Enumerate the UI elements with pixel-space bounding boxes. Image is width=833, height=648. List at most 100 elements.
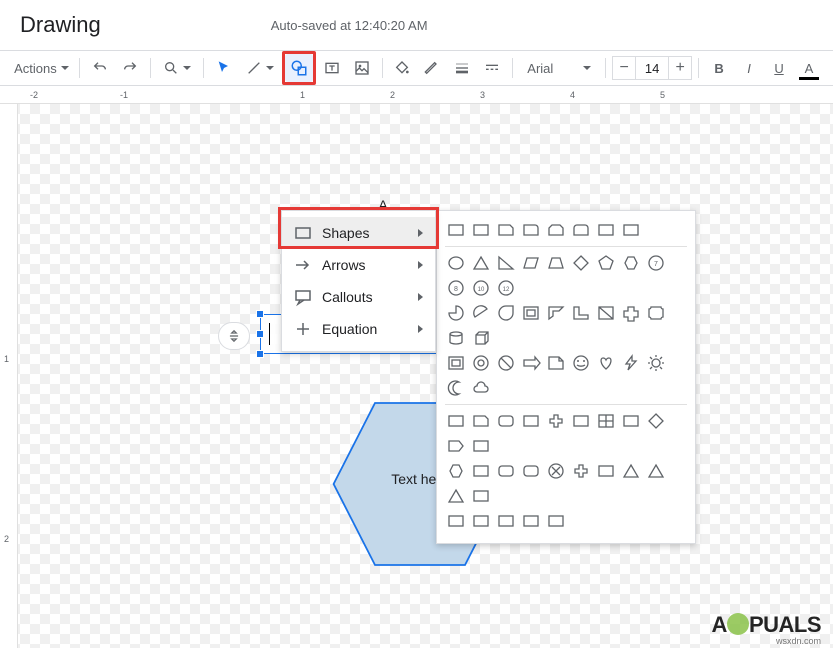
shape-option-smile[interactable] xyxy=(570,352,592,374)
shape-option-rect[interactable] xyxy=(445,410,467,432)
select-tool[interactable] xyxy=(210,54,238,82)
shape-option-teardrop[interactable] xyxy=(495,302,517,324)
shape-option-xcirc[interactable] xyxy=(545,460,567,482)
shape-option-pie[interactable] xyxy=(445,302,467,324)
shape-option-hex[interactable] xyxy=(620,252,642,274)
fill-color-button[interactable] xyxy=(388,54,416,82)
menu-item-arrows[interactable]: Arrows xyxy=(282,249,435,281)
resize-handle-bl[interactable] xyxy=(256,350,264,358)
shape-option-snip2[interactable] xyxy=(545,219,567,241)
textbox-tool[interactable] xyxy=(318,54,346,82)
shape-option-dec[interactable]: 10 xyxy=(470,277,492,299)
shape-option-oct[interactable]: 8 xyxy=(445,277,467,299)
shape-option-diamond[interactable] xyxy=(645,410,667,432)
shape-option-tri[interactable] xyxy=(645,460,667,482)
redo-button[interactable] xyxy=(116,54,144,82)
resize-handle-ml[interactable] xyxy=(256,330,264,338)
shape-option-rtri[interactable] xyxy=(495,252,517,274)
shape-option-rect[interactable] xyxy=(470,460,492,482)
resize-handle-tl[interactable] xyxy=(256,310,264,318)
shape-option-rect[interactable] xyxy=(470,219,492,241)
shape-option-noentry[interactable] xyxy=(495,352,517,374)
actions-button[interactable]: Actions xyxy=(10,54,73,82)
shape-option-round1[interactable] xyxy=(520,219,542,241)
shape-option-rect[interactable] xyxy=(470,510,492,532)
italic-button[interactable]: I xyxy=(735,54,763,82)
shape-option-block[interactable] xyxy=(520,352,542,374)
shape-option-donut[interactable] xyxy=(470,352,492,374)
shape-option-rect[interactable] xyxy=(595,219,617,241)
shape-option-rect[interactable] xyxy=(445,510,467,532)
shape-option-triangle[interactable] xyxy=(470,252,492,274)
shape-option-hept[interactable]: 7 xyxy=(645,252,667,274)
shape-option-para[interactable] xyxy=(520,252,542,274)
border-dash-button[interactable] xyxy=(478,54,506,82)
menu-item-equation[interactable]: Equation xyxy=(282,313,435,345)
shape-option-fold[interactable] xyxy=(545,352,567,374)
font-size-input[interactable] xyxy=(636,56,668,80)
font-size-increase[interactable]: + xyxy=(668,56,692,80)
drag-handle-icon[interactable] xyxy=(218,322,250,350)
shape-option-diamond[interactable] xyxy=(570,252,592,274)
shape-option-diag[interactable] xyxy=(595,302,617,324)
shape-option-rect[interactable] xyxy=(620,410,642,432)
shape-option-tri[interactable] xyxy=(620,460,642,482)
shape-option-rect[interactable] xyxy=(595,460,617,482)
menu-item-shapes[interactable]: Shapes xyxy=(282,217,435,249)
zoom-button[interactable] xyxy=(157,54,197,82)
shape-option-round[interactable] xyxy=(520,460,542,482)
shape-option-cube[interactable] xyxy=(470,327,492,349)
shape-option-dodec[interactable]: 12 xyxy=(495,277,517,299)
shape-option-cross[interactable] xyxy=(620,302,642,324)
shape-option-heart[interactable] xyxy=(595,352,617,374)
text-color-button[interactable]: A xyxy=(795,54,823,82)
shape-option-snip[interactable] xyxy=(470,410,492,432)
border-weight-button[interactable] xyxy=(448,54,476,82)
shape-option-ellipse[interactable] xyxy=(445,252,467,274)
canvas[interactable]: 1 2 A to provide simple yet solutions re… xyxy=(0,104,833,648)
shape-option-hex[interactable] xyxy=(445,460,467,482)
shape-option-can[interactable] xyxy=(445,327,467,349)
font-selector[interactable]: Arial xyxy=(519,54,599,82)
menu-item-callouts[interactable]: Callouts xyxy=(282,281,435,313)
shape-option-tag[interactable] xyxy=(445,435,467,457)
shape-option-frame[interactable] xyxy=(520,302,542,324)
shape-option-trap[interactable] xyxy=(545,252,567,274)
bold-button[interactable]: B xyxy=(705,54,733,82)
shape-option-cloud[interactable] xyxy=(470,377,492,399)
shape-option-round[interactable] xyxy=(495,410,517,432)
shape-option-plus[interactable] xyxy=(545,410,567,432)
shape-option-rect[interactable] xyxy=(495,510,517,532)
shape-option-pent[interactable] xyxy=(595,252,617,274)
shape-option-tri[interactable] xyxy=(445,485,467,507)
shape-option-plus[interactable] xyxy=(570,460,592,482)
font-size-decrease[interactable]: − xyxy=(612,56,636,80)
shape-option-plaque[interactable] xyxy=(645,302,667,324)
shape-option-rect[interactable] xyxy=(520,510,542,532)
line-tool[interactable] xyxy=(240,54,280,82)
shape-option-bolt[interactable] xyxy=(620,352,642,374)
shape-option-window[interactable] xyxy=(595,410,617,432)
shape-option-round[interactable] xyxy=(495,460,517,482)
shape-option-rect[interactable] xyxy=(470,435,492,457)
shape-option-rect[interactable] xyxy=(520,410,542,432)
image-tool[interactable] xyxy=(348,54,376,82)
shape-option-rect[interactable] xyxy=(445,219,467,241)
shape-option-rect[interactable] xyxy=(470,485,492,507)
shape-option-round2[interactable] xyxy=(570,219,592,241)
shape-option-chord[interactable] xyxy=(470,302,492,324)
shape-option-bevel[interactable] xyxy=(445,352,467,374)
shape-option-rect[interactable] xyxy=(545,510,567,532)
border-color-button[interactable] xyxy=(418,54,446,82)
shape-option-sun[interactable] xyxy=(645,352,667,374)
shape-option-rect[interactable] xyxy=(570,410,592,432)
undo-button[interactable] xyxy=(86,54,114,82)
shape-option-halfframe[interactable] xyxy=(545,302,567,324)
svg-text:10: 10 xyxy=(478,287,485,293)
underline-button[interactable]: U xyxy=(765,54,793,82)
shape-tool[interactable] xyxy=(285,54,313,82)
shape-option-L[interactable] xyxy=(570,302,592,324)
shape-option-snip1[interactable] xyxy=(495,219,517,241)
shape-option-moon[interactable] xyxy=(445,377,467,399)
shape-option-rect[interactable] xyxy=(620,219,642,241)
